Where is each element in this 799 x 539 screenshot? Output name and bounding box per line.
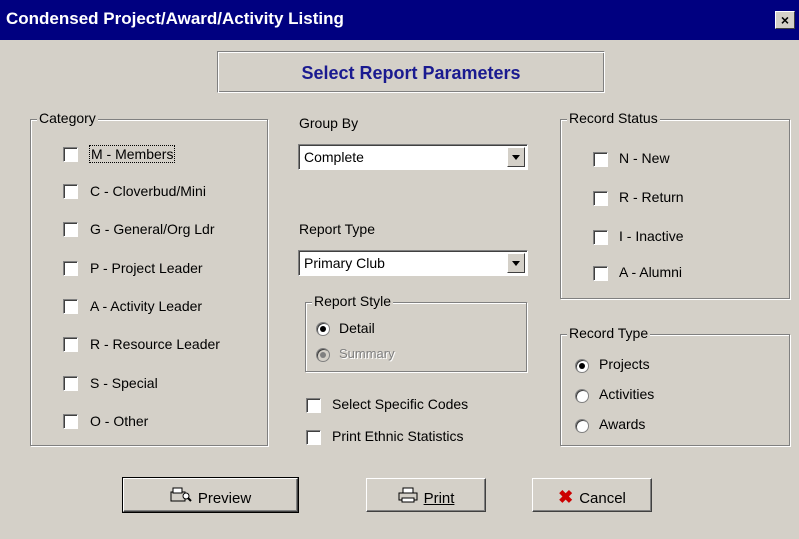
checkbox[interactable]: [593, 191, 608, 206]
radio-button[interactable]: [575, 419, 589, 433]
checkbox-label: A - Alumni: [619, 264, 683, 280]
checkbox-label: P - Project Leader: [90, 260, 203, 276]
checkbox[interactable]: [593, 230, 608, 245]
checkbox-label: N - New: [619, 150, 670, 166]
print-label: Print: [423, 490, 455, 507]
checkbox[interactable]: [63, 376, 78, 391]
red-x-icon: ✖: [558, 487, 574, 507]
checkbox-label: S - Special: [90, 375, 158, 391]
checkbox[interactable]: [63, 414, 78, 429]
report-style-legend: Report Style: [312, 293, 394, 309]
checkbox[interactable]: [63, 261, 78, 276]
cancel-button[interactable]: ✖ Cancel: [532, 478, 652, 512]
checkbox-label: R - Return: [619, 189, 684, 205]
radio-button[interactable]: [575, 389, 589, 403]
cancel-label: Cancel: [579, 490, 626, 507]
checkbox-label: M - Members: [89, 145, 176, 163]
report-type-label: Report Type: [299, 221, 376, 237]
radio-label: Projects: [599, 356, 650, 372]
checkbox-label: Select Specific Codes: [332, 396, 469, 412]
checkbox-label: G - General/Org Ldr: [90, 221, 215, 237]
checkbox[interactable]: [593, 152, 608, 167]
close-button[interactable]: ×: [775, 11, 795, 29]
window-title: Condensed Project/Award/Activity Listing: [6, 9, 344, 28]
preview-button[interactable]: Preview: [122, 477, 299, 513]
category-legend: Category: [37, 110, 98, 126]
print-button[interactable]: Print: [366, 478, 486, 512]
report-type-value: Primary Club: [304, 255, 385, 271]
header-title: Select Report Parameters: [301, 63, 521, 83]
checkbox-label: O - Other: [90, 413, 149, 429]
radio-label: Activities: [599, 386, 655, 402]
checkbox[interactable]: [306, 398, 321, 413]
checkbox[interactable]: [593, 266, 608, 281]
checkbox[interactable]: [63, 147, 78, 162]
checkbox[interactable]: [63, 337, 78, 352]
checkbox[interactable]: [63, 299, 78, 314]
checkbox-label: A - Activity Leader: [90, 298, 203, 314]
group-by-value: Complete: [304, 149, 364, 165]
radio-button[interactable]: [575, 359, 589, 373]
chevron-down-icon[interactable]: [507, 253, 525, 273]
group-by-select[interactable]: Complete: [298, 144, 528, 170]
radio-label: Summary: [339, 346, 395, 361]
radio-button: [316, 348, 330, 362]
chevron-down-icon[interactable]: [507, 147, 525, 167]
report-type-select[interactable]: Primary Club: [298, 250, 528, 276]
group-by-label: Group By: [299, 115, 359, 131]
radio-button[interactable]: [316, 322, 330, 336]
record-type-group: Record Type: [560, 325, 790, 446]
checkbox[interactable]: [63, 222, 78, 237]
checkbox-label: C - Cloverbud/Mini: [90, 183, 206, 199]
checkbox-label: I - Inactive: [619, 228, 684, 244]
checkbox-label: R - Resource Leader: [90, 336, 220, 352]
checkbox-label: Print Ethnic Statistics: [332, 428, 464, 444]
printer-icon: [398, 487, 418, 507]
category-group: Category: [30, 110, 268, 446]
preview-label: Preview: [197, 490, 252, 507]
checkbox[interactable]: [63, 184, 78, 199]
checkbox[interactable]: [306, 430, 321, 445]
radio-label: Awards: [599, 416, 646, 432]
radio-label: Detail: [339, 320, 375, 336]
report-parameters-header: Select Report Parameters: [217, 51, 605, 93]
title-bar: Condensed Project/Award/Activity Listing…: [0, 0, 799, 40]
report-style-group: Report Style: [305, 293, 527, 372]
preview-icon: [170, 487, 192, 507]
record-status-legend: Record Status: [567, 110, 660, 126]
record-type-legend: Record Type: [567, 325, 651, 341]
